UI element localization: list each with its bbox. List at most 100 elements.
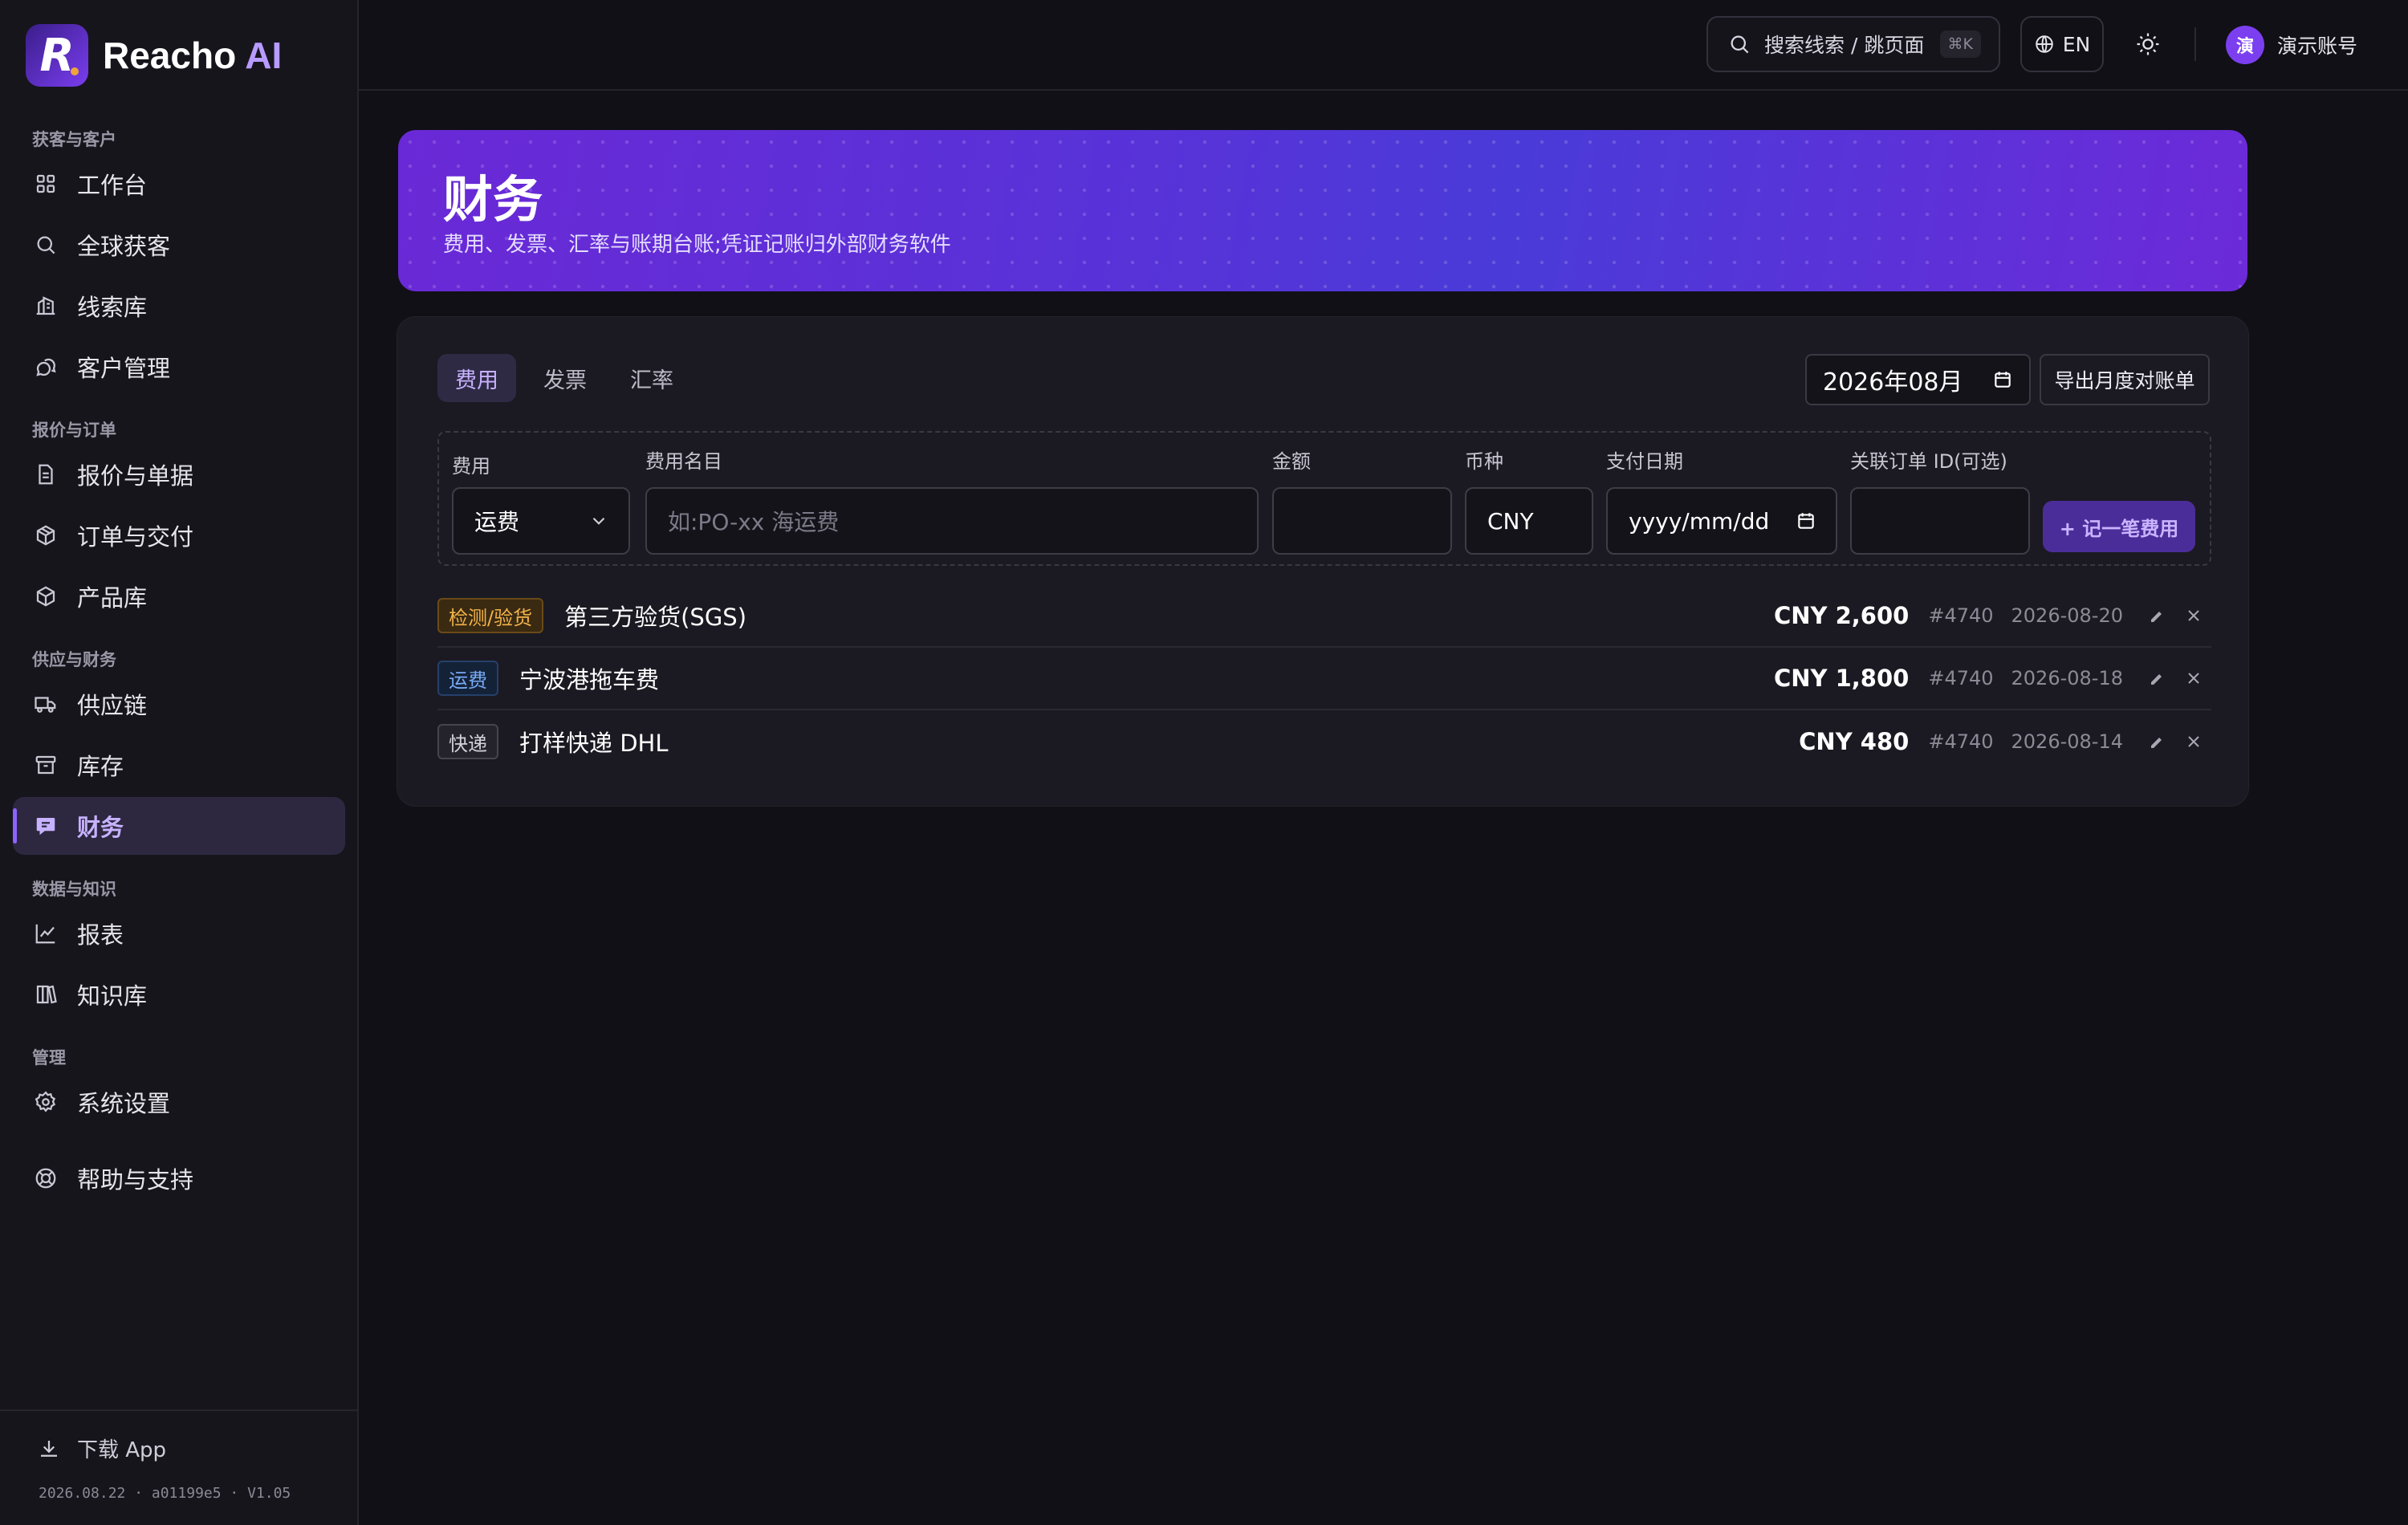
sidebar-item-label: 工作台 <box>77 172 148 199</box>
sidebar-item-lead-library[interactable]: 线索库 <box>13 277 345 335</box>
expense-name-input[interactable]: 如:PO-xx 海运费 <box>645 487 1259 555</box>
account-name: 演示账号 <box>2277 35 2358 58</box>
lifebuoy-icon <box>35 1168 56 1189</box>
sidebar-item-help[interactable]: 帮助与支持 <box>13 1149 345 1207</box>
sidebar-item-settings[interactable]: 系统设置 <box>13 1073 345 1131</box>
sidebar-item-label: 订单与交付 <box>77 523 194 551</box>
month-value: 2026年08月 <box>1823 368 1963 396</box>
section-label: 数据与知识 <box>32 880 116 899</box>
sidebar-item-global-leads[interactable]: 全球获客 <box>13 216 345 274</box>
sidebar-item-supply-chain[interactable]: 供应链 <box>13 675 345 733</box>
avatar: 演 <box>2226 26 2264 64</box>
chat-icon <box>36 358 56 376</box>
delete-icon[interactable] <box>2184 732 2203 751</box>
gear-icon <box>35 1091 56 1112</box>
edit-icon[interactable] <box>2147 669 2166 688</box>
expense-amount: CNY 1,800 <box>1773 665 1910 692</box>
sidebar-item-label: 知识库 <box>77 982 148 1010</box>
amount-input[interactable] <box>1272 487 1452 555</box>
sidebar-item-label: 报表 <box>77 921 124 949</box>
calendar-icon <box>1995 372 2011 388</box>
finance-icon <box>36 818 55 836</box>
section-label: 管理 <box>32 1048 66 1068</box>
search-icon <box>1731 35 1749 54</box>
theme-toggle[interactable] <box>2125 21 2171 67</box>
expense-type-select[interactable]: 运费 <box>452 487 630 555</box>
sidebar-item-orders[interactable]: 订单与交付 <box>13 506 345 564</box>
edit-icon[interactable] <box>2147 606 2166 625</box>
box-icon <box>36 525 55 546</box>
sidebar-item-workbench[interactable]: 工作台 <box>13 155 345 213</box>
pay-date-label: 支付日期 <box>1606 450 1683 473</box>
expense-row[interactable]: 快递 打样快递 DHL CNY 480 #4740 2026-08-14 <box>437 710 2211 773</box>
page-hero: 财务 费用、发票、汇率与账期台账;凭证记账归外部财务软件 <box>398 130 2247 291</box>
sidebar-item-label: 帮助与支持 <box>77 1166 194 1194</box>
chart-icon <box>35 924 55 944</box>
name-label: 费用名目 <box>645 450 722 473</box>
section-label: 报价与订单 <box>32 421 116 440</box>
page-subtitle: 费用、发票、汇率与账期台账;凭证记账归外部财务软件 <box>443 233 951 257</box>
books-icon <box>36 985 57 1004</box>
export-statement-button[interactable]: 导出月度对账单 <box>2040 354 2210 405</box>
expense-amount: CNY 480 <box>1799 728 1910 755</box>
sidebar-item-label: 客户管理 <box>77 355 171 382</box>
edit-icon[interactable] <box>2147 732 2166 751</box>
expense-date: 2026-08-18 <box>2011 667 2123 689</box>
download-app-link[interactable]: 下载 App <box>37 1434 166 1463</box>
category-badge: 检测/验货 <box>437 598 544 633</box>
order-id-label: 关联订单 ID(可选) <box>1850 450 2007 473</box>
section-label: 供应与财务 <box>32 650 116 669</box>
delete-icon[interactable] <box>2184 669 2203 688</box>
order-id-input[interactable] <box>1850 487 2030 555</box>
category-badge: 运费 <box>437 661 498 696</box>
currency-input[interactable]: CNY <box>1465 487 1593 555</box>
calendar-icon <box>1798 513 1814 529</box>
sidebar: R Reacho AI 获客与客户 工作台 全球获客 线索库 客户管理 报价与订… <box>0 0 359 1525</box>
delete-icon[interactable] <box>2184 606 2203 625</box>
sidebar-item-finance[interactable]: 财务 <box>13 797 345 855</box>
sidebar-item-quotes[interactable]: 报价与单据 <box>13 445 345 503</box>
topbar-divider <box>2194 27 2196 61</box>
language-button[interactable]: EN <box>2020 16 2104 72</box>
tab-invoices[interactable]: 发票 <box>526 354 604 402</box>
sidebar-item-products[interactable]: 产品库 <box>13 567 345 625</box>
expense-date: 2026-08-14 <box>2011 730 2123 753</box>
expense-row[interactable]: 检测/验货 第三方验货(SGS) CNY 2,600 #4740 2026-08… <box>437 585 2211 648</box>
name-placeholder: 如:PO-xx 海运费 <box>668 509 840 535</box>
sidebar-item-label: 报价与单据 <box>77 462 194 490</box>
amount-label: 金额 <box>1272 450 1311 473</box>
sidebar-item-label: 库存 <box>77 753 124 780</box>
expense-row[interactable]: 运费 宁波港拖车费 CNY 1,800 #4740 2026-08-18 <box>437 648 2211 710</box>
order-link[interactable]: #4740 <box>1928 730 1993 753</box>
sun-icon <box>2137 33 2159 55</box>
search-icon <box>37 236 55 254</box>
expense-title: 宁波港拖车费 <box>519 666 660 693</box>
page-title: 财务 <box>443 170 543 229</box>
sidebar-item-reports[interactable]: 报表 <box>13 905 345 962</box>
add-expense-button[interactable]: + 记一笔费用 <box>2043 501 2195 552</box>
tab-exchange-rates[interactable]: 汇率 <box>612 354 691 402</box>
tab-expenses[interactable]: 费用 <box>437 354 516 402</box>
pay-date-input[interactable]: yyyy/mm/dd <box>1606 487 1837 555</box>
truck-icon <box>35 697 56 713</box>
globe-icon <box>2036 35 2053 53</box>
version-text: 2026.08.22 · a01199e5 · V1.05 <box>39 1485 291 1502</box>
sidebar-item-label: 系统设置 <box>77 1090 171 1117</box>
currency-label: 币种 <box>1465 450 1503 473</box>
sidebar-item-customers[interactable]: 客户管理 <box>13 338 345 396</box>
sidebar-item-inventory[interactable]: 库存 <box>13 736 345 794</box>
grid-icon <box>36 174 55 193</box>
order-link[interactable]: #4740 <box>1928 604 1993 627</box>
currency-value: CNY <box>1487 507 1534 535</box>
sidebar-item-knowledge[interactable]: 知识库 <box>13 966 345 1023</box>
brand[interactable]: R Reacho AI <box>26 24 282 87</box>
cube-icon <box>36 586 55 607</box>
month-picker[interactable]: 2026年08月 <box>1805 354 2031 405</box>
global-search-button[interactable]: 搜索线索 / 跳页面 ⌘K <box>1706 16 2000 72</box>
expense-meta: CNY 2,600 #4740 2026-08-20 <box>1774 602 2211 629</box>
order-link[interactable]: #4740 <box>1928 667 1993 689</box>
expense-title: 打样快递 DHL <box>519 730 669 757</box>
language-label: EN <box>2062 32 2091 56</box>
account-menu[interactable]: 演 演示账号 <box>2226 26 2357 64</box>
expense-meta: CNY 1,800 #4740 2026-08-18 <box>1774 665 2211 692</box>
